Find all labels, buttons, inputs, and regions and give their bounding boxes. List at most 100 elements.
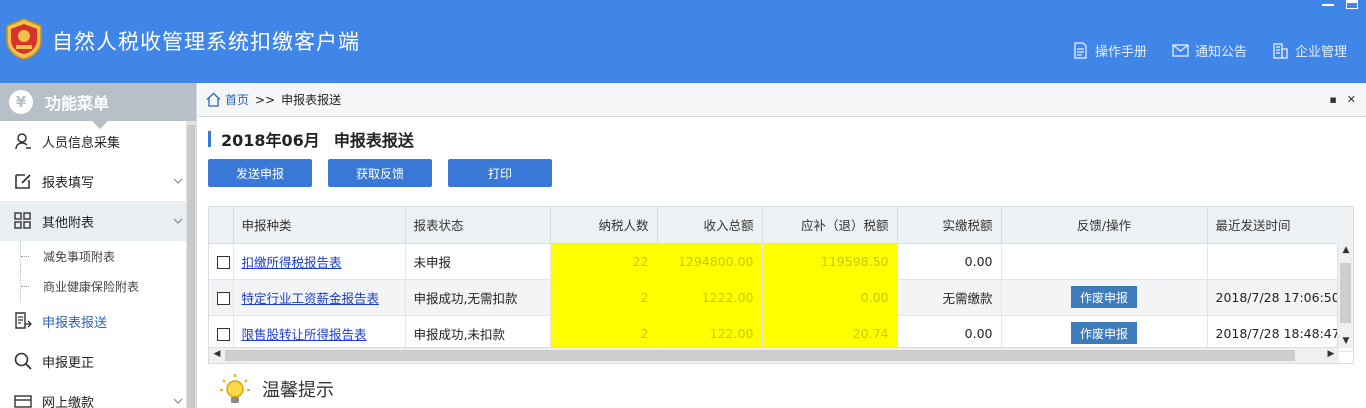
col-header-status: 报表状态 xyxy=(405,207,551,244)
page-period: 2018年06月 xyxy=(221,131,320,150)
scroll-down-icon[interactable]: ▼ xyxy=(1339,336,1353,346)
app-title: 自然人税收管理系统扣缴客户端 xyxy=(52,30,360,54)
sidebar-scrollbar[interactable] xyxy=(186,121,196,408)
sidebar-item-label: 报表填写 xyxy=(42,175,95,191)
sidebar-item-label: 申报表报送 xyxy=(42,315,108,331)
maximize-button[interactable] xyxy=(1346,0,1358,9)
form-type-link[interactable]: 扣缴所得税报告表 xyxy=(242,255,342,270)
vertical-scroll-thumb[interactable] xyxy=(1340,263,1351,323)
document-icon xyxy=(1074,42,1087,59)
window-controls xyxy=(1322,0,1358,12)
sidebar-subitem-health-insurance[interactable]: 商业健康保险附表 xyxy=(20,271,187,301)
page-title: 2018年06月 申报表报送 xyxy=(208,127,414,151)
scroll-left-icon[interactable]: ◀ xyxy=(210,349,224,359)
breadcrumb-home-link[interactable]: 首页 xyxy=(225,91,249,108)
sidebar-item-label: 网上缴款 xyxy=(42,395,95,408)
table-vertical-scrollbar[interactable]: ▲ ▼ xyxy=(1337,243,1353,348)
horizontal-scroll-thumb[interactable] xyxy=(225,350,1295,361)
page-title-text: 申报表报送 xyxy=(333,131,414,150)
col-header-type: 申报种类 xyxy=(233,207,406,244)
chevron-down-icon xyxy=(173,218,183,224)
breadcrumb-current: 申报表报送 xyxy=(281,93,342,107)
header-checkbox-cell xyxy=(209,207,234,244)
row-checkbox[interactable] xyxy=(217,291,230,305)
chevron-down-icon xyxy=(173,398,183,404)
time-cell xyxy=(1207,243,1353,280)
sidebar-item-online-payment[interactable]: 网上缴款 xyxy=(0,381,187,408)
minimize-button[interactable] xyxy=(1322,0,1334,6)
status-cell: 申报成功,无需扣款 xyxy=(405,279,551,316)
col-header-taxpayers: 纳税人数 xyxy=(550,207,658,244)
table-horizontal-scrollbar[interactable]: ◀ ▶ xyxy=(209,347,1339,363)
table-header-row: 申报种类 报表状态 纳税人数 收入总额 应补（退）税额 实缴税额 反馈/操作 最… xyxy=(209,207,1353,244)
company-link[interactable]: 企业管理 xyxy=(1272,41,1347,60)
panel-controls: ▪ ✕ xyxy=(1329,94,1356,105)
paid-cell: 无需缴款 xyxy=(897,279,1002,316)
scroll-right-icon[interactable]: ▶ xyxy=(1324,349,1338,359)
table-row: 扣缴所得税报告表 未申报 22 1294800.00 119598.50 0.0… xyxy=(209,243,1353,280)
declaration-table: 申报种类 报表状态 纳税人数 收入总额 应补（退）税额 实缴税额 反馈/操作 最… xyxy=(208,206,1354,364)
sidebar-item-label: 人员信息采集 xyxy=(42,135,121,151)
col-header-time: 最近发送时间 xyxy=(1207,207,1353,244)
col-header-tax: 应补（退）税额 xyxy=(762,207,898,244)
taxpayers-cell: 2 xyxy=(550,315,658,352)
tips-title: 温馨提示 xyxy=(262,380,334,401)
action-cell xyxy=(1001,243,1208,280)
report-send-icon xyxy=(15,312,32,329)
status-cell: 申报成功,未扣款 xyxy=(405,315,551,352)
paid-cell: 0.00 xyxy=(897,315,1002,352)
void-declaration-button[interactable]: 作废申报 xyxy=(1071,286,1137,308)
col-header-paid: 实缴税额 xyxy=(897,207,1002,244)
col-header-income: 收入总额 xyxy=(657,207,763,244)
building-icon xyxy=(1273,43,1288,59)
menu-title: 功能菜单 xyxy=(45,94,110,113)
menu-header: ¥ 功能菜单 xyxy=(0,83,196,129)
row-checkbox[interactable] xyxy=(217,255,230,269)
sidebar-scroll-thumb[interactable] xyxy=(187,125,195,408)
yen-icon: ¥ xyxy=(9,90,33,114)
sidebar-item-other-attachments[interactable]: 其他附表 xyxy=(0,201,187,241)
breadcrumb: 首页 >> 申报表报送 ▪ ✕ xyxy=(198,83,1366,117)
manual-link[interactable]: 操作手册 xyxy=(1072,41,1147,60)
taxpayers-cell: 2 xyxy=(550,279,658,316)
notice-link[interactable]: 通知公告 xyxy=(1172,41,1247,60)
search-icon xyxy=(14,352,32,370)
form-type-link[interactable]: 限售股转让所得报告表 xyxy=(242,327,367,342)
sidebar-item-report-fill[interactable]: 报表填写 xyxy=(0,161,187,201)
close-panel-icon[interactable]: ✕ xyxy=(1347,94,1356,105)
tips-section: 温馨提示 xyxy=(208,369,1354,408)
lightbulb-icon xyxy=(220,374,250,403)
get-feedback-button[interactable]: 获取反馈 xyxy=(328,159,432,187)
time-cell: 2018/7/28 17:06:50 xyxy=(1207,279,1353,316)
app-header: 自然人税收管理系统扣缴客户端 操作手册 通知公告 企业管理 xyxy=(0,0,1366,83)
income-cell: 1222.00 xyxy=(657,279,763,316)
sidebar-item-report-send[interactable]: 申报表报送 xyxy=(0,301,187,341)
company-link-label: 企业管理 xyxy=(1295,45,1348,60)
tax-cell: 20.74 xyxy=(762,315,898,352)
sidebar: ¥ 功能菜单 人员信息采集 报表填写 其他附表 减免事项附表 商业健康保险附表 … xyxy=(0,83,197,408)
void-declaration-button[interactable]: 作废申报 xyxy=(1071,322,1137,344)
sidebar-subitem-exemption[interactable]: 减免事项附表 xyxy=(20,241,187,271)
mail-icon xyxy=(1172,44,1189,57)
tax-cell: 119598.50 xyxy=(762,243,898,280)
paid-cell: 0.00 xyxy=(897,243,1002,280)
breadcrumb-separator: >> xyxy=(255,92,276,107)
restore-panel-icon[interactable]: ▪ xyxy=(1329,94,1336,105)
table-row: 特定行业工资薪金报告表 申报成功,无需扣款 2 1222.00 0.00 无需缴… xyxy=(209,279,1353,316)
sidebar-item-correction[interactable]: 申报更正 xyxy=(0,341,187,381)
home-icon xyxy=(206,92,221,107)
print-button[interactable]: 打印 xyxy=(448,159,552,187)
col-header-action: 反馈/操作 xyxy=(1001,207,1208,244)
form-type-link[interactable]: 特定行业工资薪金报告表 xyxy=(242,291,380,306)
notice-link-label: 通知公告 xyxy=(1195,45,1248,60)
row-checkbox[interactable] xyxy=(217,327,230,341)
edit-icon xyxy=(15,174,31,189)
send-declaration-button[interactable]: 发送申报 xyxy=(208,159,312,187)
payment-icon xyxy=(14,395,32,408)
tax-emblem-logo xyxy=(6,18,42,60)
sidebar-item-label: 申报更正 xyxy=(42,355,95,371)
table-row: 限售股转让所得报告表 申报成功,未扣款 2 122.00 20.74 0.00 … xyxy=(209,315,1353,352)
sidebar-item-person-info[interactable]: 人员信息采集 xyxy=(0,121,187,161)
scroll-up-icon[interactable]: ▲ xyxy=(1339,245,1353,255)
sidebar-item-label: 其他附表 xyxy=(42,215,95,231)
